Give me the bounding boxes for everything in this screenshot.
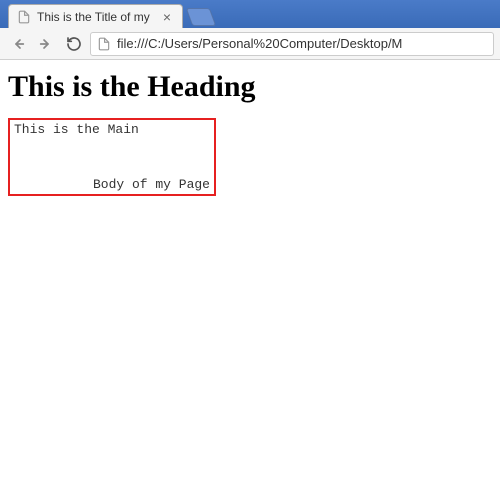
url-text: file:///C:/Users/Personal%20Computer/Des… xyxy=(117,36,402,51)
box-line-2: Body of my Page xyxy=(93,177,210,192)
reload-button[interactable] xyxy=(62,32,86,56)
active-tab[interactable]: This is the Title of my × xyxy=(8,4,183,28)
file-icon xyxy=(17,10,31,24)
tab-strip: This is the Title of my × xyxy=(0,0,500,28)
forward-button[interactable] xyxy=(34,32,58,56)
close-icon[interactable]: × xyxy=(160,10,174,24)
new-tab-button[interactable] xyxy=(186,8,217,26)
browser-window: This is the Title of my × xyxy=(0,0,500,500)
toolbar: file:///C:/Users/Personal%20Computer/Des… xyxy=(0,28,500,60)
address-bar[interactable]: file:///C:/Users/Personal%20Computer/Des… xyxy=(90,32,494,56)
page-heading: This is the Heading xyxy=(8,70,492,104)
page-viewport: This is the Heading This is the Main Bod… xyxy=(0,60,500,500)
tab-title: This is the Title of my xyxy=(37,10,156,24)
file-icon xyxy=(97,37,111,51)
box-line-1: This is the Main xyxy=(14,122,139,137)
main-body-box: This is the Main Body of my Page xyxy=(8,118,216,196)
back-button[interactable] xyxy=(6,32,30,56)
